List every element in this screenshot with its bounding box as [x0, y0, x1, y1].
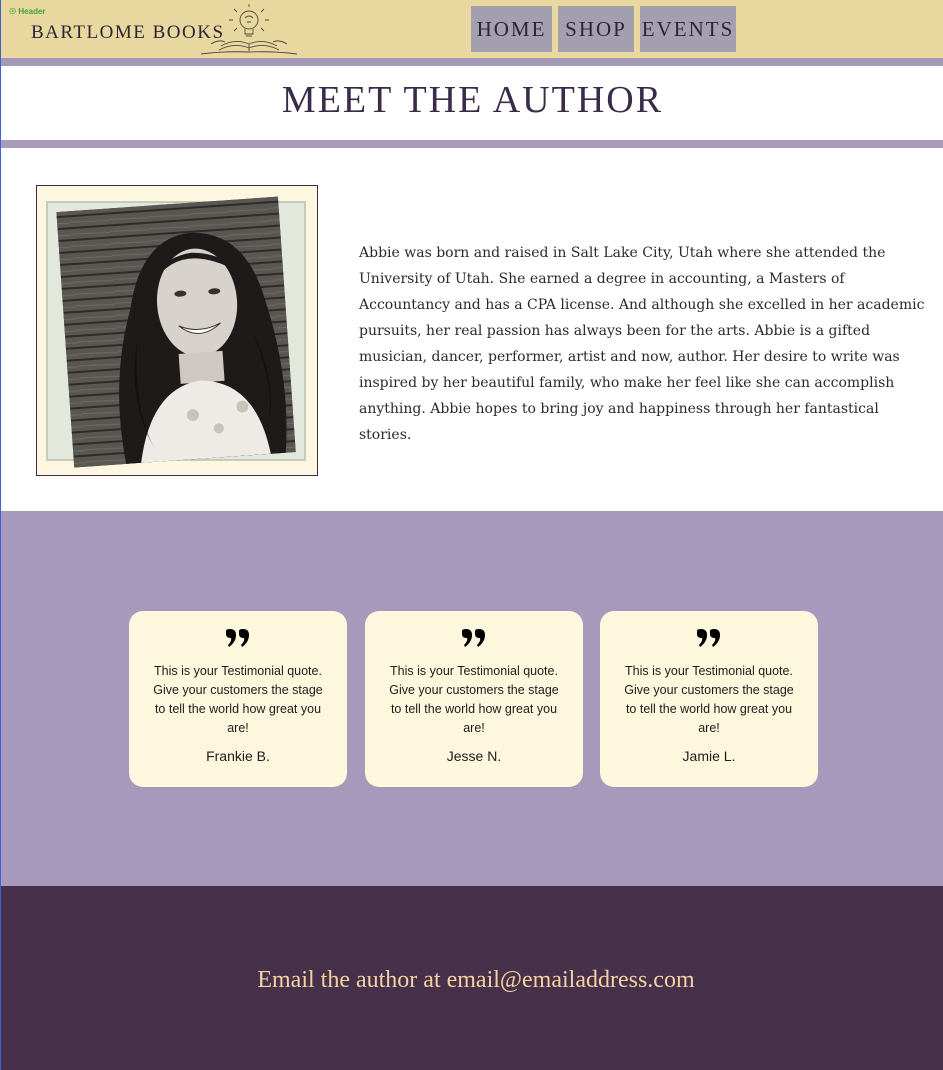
site-header: ☉ Header BARTLOME BOOKS HOME SHOP EVENTS — [1, 0, 943, 59]
testimonial-quote: This is your Testimonial quote. Give you… — [624, 664, 794, 735]
main-nav: HOME SHOP EVENTS — [471, 6, 736, 52]
testimonial-card: This is your Testimonial quote. Give you… — [600, 611, 818, 787]
title-divider — [1, 140, 943, 148]
header-tag: ☉ Header — [9, 7, 46, 16]
brand-name[interactable]: BARTLOME BOOKS — [31, 22, 225, 44]
author-photo-frame — [36, 185, 318, 476]
page-title: MEET THE AUTHOR — [281, 79, 664, 121]
header-tag-label: Header — [18, 7, 46, 16]
testimonial-author: Frankie B. — [206, 748, 270, 764]
lightbulb-book-icon — [200, 4, 298, 55]
quote-icon — [697, 629, 720, 647]
testimonial-author: Jesse N. — [446, 748, 502, 764]
nav-home[interactable]: HOME — [471, 6, 552, 52]
header-tag-icon: ☉ — [9, 7, 17, 16]
testimonial-author: Jamie L. — [682, 748, 736, 764]
email-author-link[interactable]: Email the author at email@emailaddress.c… — [257, 967, 694, 994]
quote-icon — [462, 629, 485, 647]
nav-shop[interactable]: SHOP — [558, 6, 634, 52]
quote-icon — [226, 629, 249, 647]
testimonial-card: This is your Testimonial quote. Give you… — [365, 611, 583, 787]
author-photo — [46, 196, 306, 468]
nav-events[interactable]: EVENTS — [640, 6, 736, 52]
testimonial-card: This is your Testimonial quote. Give you… — [129, 611, 347, 787]
testimonial-quote: This is your Testimonial quote. Give you… — [389, 664, 559, 735]
header-divider — [1, 58, 943, 66]
author-bio: Abbie was born and raised in Salt Lake C… — [359, 245, 925, 443]
testimonial-quote: This is your Testimonial quote. Give you… — [153, 664, 323, 735]
email-contact-box: Email the author at email@emailaddress.c… — [219, 948, 733, 1012]
